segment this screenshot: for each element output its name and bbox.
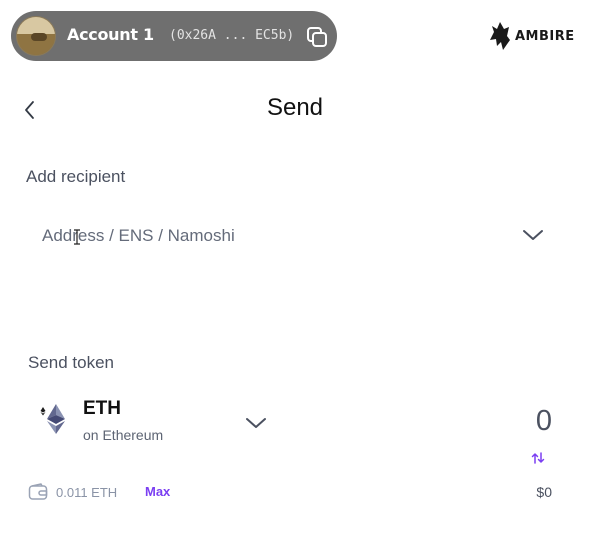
ambire-flame-icon (490, 22, 510, 50)
copy-icon[interactable] (305, 25, 329, 49)
token-network: on Ethereum (83, 427, 164, 443)
usd-value: $0 (536, 484, 552, 500)
page-title: Send (266, 94, 324, 121)
chevron-down-icon[interactable] (245, 416, 267, 430)
logo-text: AMBIRE (515, 28, 575, 44)
send-token-label: Send token (28, 353, 115, 372)
recipient-address-input[interactable] (28, 214, 558, 258)
recipient-label: Add recipient (26, 167, 126, 186)
avatar (16, 16, 56, 56)
token-symbol: ETH (83, 398, 121, 419)
token-selector[interactable]: ETH on Ethereum (30, 392, 274, 448)
wallet-icon (28, 483, 48, 500)
balance-row: 0.011 ETH (28, 482, 117, 502)
account-name: Account 1 (67, 25, 154, 44)
swap-arrows-icon[interactable] (531, 451, 545, 465)
eth-icon (40, 404, 65, 434)
amount-input[interactable] (400, 402, 552, 440)
max-button[interactable]: Max (145, 484, 170, 499)
token-balance: 0.011 ETH (56, 484, 118, 500)
ambire-logo: AMBIRE (490, 22, 575, 50)
account-address: (0x26A ... EC5b) (169, 28, 295, 43)
account-selector[interactable]: Account 1 (0x26A ... EC5b) (11, 11, 337, 61)
text-cursor-icon (74, 229, 80, 245)
chevron-down-icon[interactable] (522, 228, 544, 242)
